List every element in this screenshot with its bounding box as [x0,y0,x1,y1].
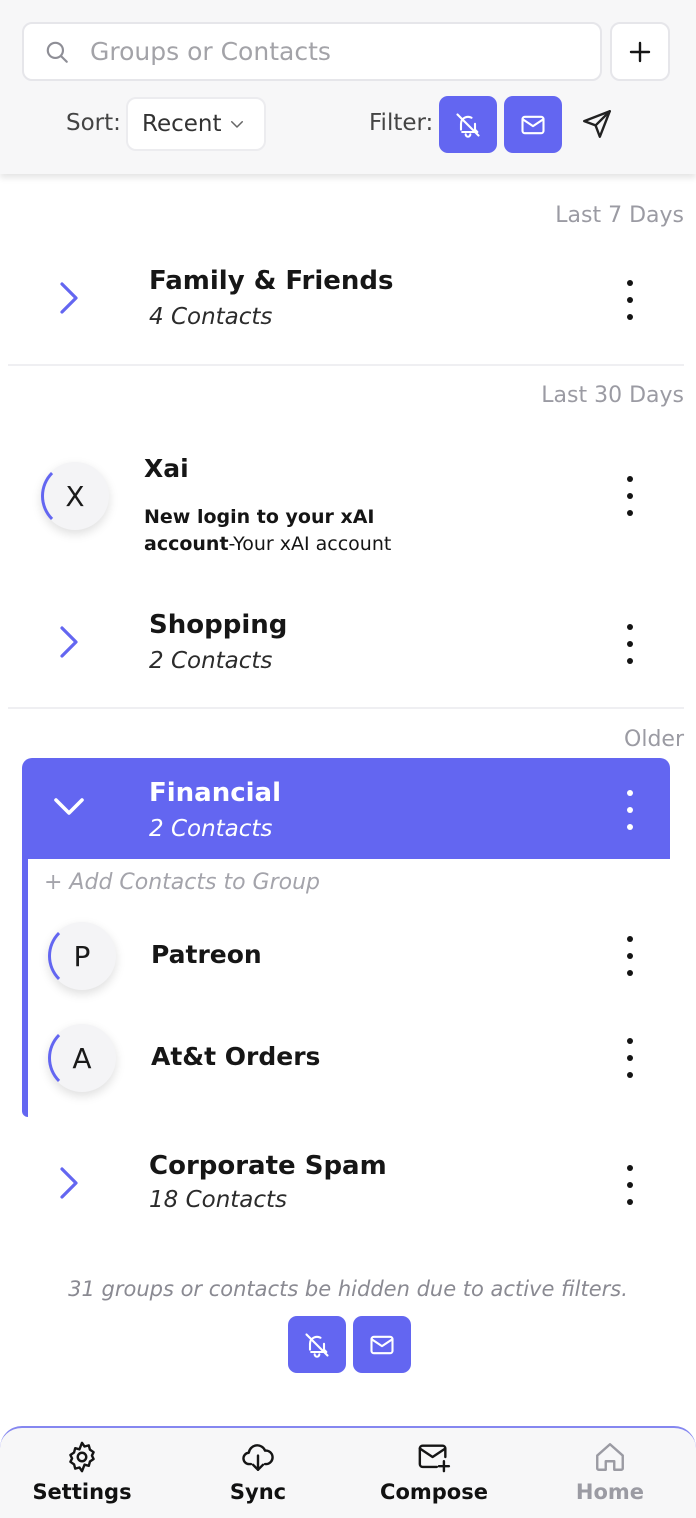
group-title: Family & Friends [149,266,394,296]
avatar-ring [48,1024,116,1092]
more-options-icon[interactable] [618,936,642,976]
divider [8,364,684,366]
filter-muted-button[interactable] [439,96,497,153]
send-icon[interactable] [580,107,614,141]
compose-mail-icon [418,1444,451,1473]
group-title: Shopping [149,610,288,640]
nav-sync[interactable]: Sync [183,1440,333,1504]
contact-row-att-orders[interactable]: A At&t Orders [0,1022,696,1094]
group-row-shopping[interactable]: Shopping 2 Contacts [0,602,696,692]
filter-label: Filter: [369,110,434,136]
contact-name: Patreon [151,940,262,969]
bell-off-icon [305,1332,329,1358]
more-options-icon[interactable] [618,790,642,830]
add-button[interactable] [610,22,670,81]
nav-label: Compose [380,1480,488,1504]
group-row-family[interactable]: Family & Friends 4 Contacts [0,258,696,348]
chevron-down-icon[interactable] [52,796,86,818]
contact-name: Xai [144,454,189,483]
message-snippet: -Your xAI account [228,533,392,555]
plus-icon [629,41,651,62]
avatar-ring [41,462,109,530]
toggle-muted-filter-button[interactable] [288,1316,346,1373]
gear-icon [69,1441,95,1473]
section-label-last-30-days: Last 30 Days [541,383,684,408]
nav-label: Settings [32,1480,132,1504]
contact-name: At&t Orders [151,1042,321,1071]
chevron-right-icon[interactable] [56,1165,82,1201]
nav-label: Sync [229,1480,287,1504]
add-contacts-to-group-link[interactable]: + Add Contacts to Group [44,870,320,895]
group-row-financial-expanded[interactable]: Financial 2 Contacts [22,758,670,859]
hidden-by-filters-note: 31 groups or contacts be hidden due to a… [68,1277,628,1301]
search-input[interactable] [90,37,570,66]
more-options-icon[interactable] [618,1038,642,1078]
nav-settings[interactable]: Settings [7,1440,157,1504]
section-label-last-7-days: Last 7 Days [555,203,684,228]
chevron-right-icon[interactable] [56,624,82,660]
more-options-icon[interactable] [618,476,642,516]
more-options-icon[interactable] [618,1165,642,1205]
group-title: Financial [149,778,282,808]
group-row-corporate-spam[interactable]: Corporate Spam 18 Contacts [0,1143,696,1233]
top-toolbar: Sort: Recent Filter: [0,0,696,174]
search-icon [46,41,68,63]
bell-off-icon [456,112,480,138]
group-subtitle: 2 Contacts [149,648,273,674]
contact-row-patreon[interactable]: P Patreon [0,920,696,992]
sort-value: Recent [142,111,222,137]
cloud-download-icon [242,1444,274,1471]
bottom-navigation: Settings Sync Compose Home [0,1426,696,1518]
mail-icon [370,1335,394,1354]
group-subtitle: 18 Contacts [149,1187,288,1213]
search-box[interactable] [22,22,602,81]
sort-dropdown[interactable]: Recent [126,97,266,151]
more-options-icon[interactable] [618,624,642,664]
avatar-ring [48,922,116,990]
toggle-mail-filter-button[interactable] [353,1316,411,1373]
group-subtitle: 2 Contacts [149,816,273,842]
chevron-right-icon[interactable] [56,280,82,316]
group-subtitle: 4 Contacts [149,304,273,330]
nav-home[interactable]: Home [535,1440,685,1504]
mail-icon [521,115,545,134]
group-title: Corporate Spam [149,1151,387,1181]
contact-row-xai[interactable]: X Xai New login to your xAI account-Your… [0,440,696,570]
nav-compose[interactable]: Compose [359,1440,509,1504]
chevron-down-icon [230,121,243,128]
home-icon [596,1443,624,1471]
sort-label: Sort: [66,110,121,136]
nav-label: Home [575,1480,645,1504]
more-options-icon[interactable] [618,280,642,320]
latest-message-preview: New login to your xAI account-Your xAI a… [144,504,464,558]
section-label-older: Older [624,727,684,752]
divider [8,707,684,709]
filter-mail-button[interactable] [504,96,562,153]
